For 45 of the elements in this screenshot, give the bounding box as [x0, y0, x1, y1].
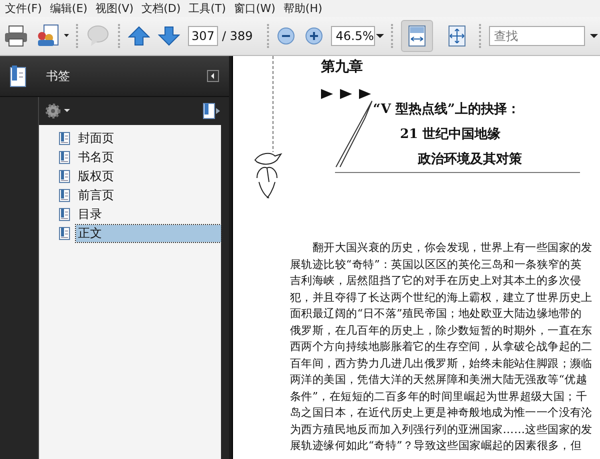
zoom-in-icon[interactable]	[304, 27, 323, 45]
bookmark-item[interactable]: 版权页	[76, 168, 221, 185]
down-arrow-icon[interactable]	[158, 26, 180, 46]
zoom-field[interactable]: 46.5%	[330, 26, 375, 46]
zoom-out-icon[interactable]	[276, 27, 295, 45]
bookmark-item[interactable]: 前言页	[76, 187, 221, 204]
menu-item[interactable]: 窗口(W)	[230, 1, 280, 16]
fit-width-button[interactable]	[400, 20, 433, 52]
menu-item[interactable]: 视图(V)	[92, 1, 139, 16]
bookmark-icon	[59, 227, 70, 240]
chapter-title-line: “V 型热点线”上的抉择：	[373, 101, 521, 118]
page-number-field[interactable]: 307	[188, 26, 218, 46]
bookmark-icon	[59, 151, 70, 164]
print-icon[interactable]	[4, 25, 28, 47]
gear-icon[interactable]	[45, 103, 71, 119]
triangle-markers-icon	[321, 88, 373, 100]
bookmark-icon	[59, 170, 70, 183]
full-page-icon	[446, 25, 468, 47]
menu-item[interactable]: 文件(F)	[2, 1, 47, 16]
caret-icon[interactable]	[588, 33, 599, 39]
bookmark-icon	[59, 208, 70, 221]
bookmarks-icon[interactable]	[10, 65, 26, 87]
bookmark-item[interactable]: 封面页	[76, 130, 221, 147]
page-count: / 389	[222, 29, 253, 43]
caret-icon[interactable]	[374, 33, 385, 39]
bookmark-icon	[59, 189, 70, 202]
panel-title: 书签	[46, 68, 71, 84]
bookmark-item[interactable]: 目录	[76, 206, 221, 223]
chapter-title-line: 政治环境及其对策	[416, 150, 522, 168]
menu-item[interactable]: 工具(T)	[186, 1, 231, 16]
chapter-heading: 第九章	[321, 58, 364, 76]
search-field[interactable]: 查找	[488, 26, 585, 46]
chapter-title-line: 21 世纪中国地缘	[399, 126, 502, 143]
body-paragraph: 翻开大国兴衰的历史，你会发现，世界上有一些国家的发 展轨迹比较“奇特”：英国以区区的英伦三岛和一条狭窄的英 吉利海峡，居然阻挡了它的对手在历史上对其本土的多次侵 犯，并且夺得了长达两个世纪的海上霸权，建立了世界历史上 面积最辽阔的“日不落”殖民帝国；地处欧亚大陆边缘地带的 俄罗斯，在几百年的历史上，除少数短暂的时期外，一直在东 西两个方向持续地膨胀着它的生存空间，从拿破仑战争起的二 百年间，西方势力几进几出俄罗斯，始终未能站住脚跟；濒临 两洋的美国，凭借大洋的天然屏障和美洲大陆无强敌等“优越 条件”，在短短的二百多年的时间里崛起为世界超级大国；千 岛之国日本，在近代历史上更是神奇般地成为惟一一个没有沦 为西方殖民地反而加入列强行列的亚洲国家……这些国家的发 展轨迹缘何如此“奇特”？导致这些国家崛起的因素很多，但	[290, 240, 594, 454]
menu-item[interactable]: 编辑(E)	[46, 1, 92, 16]
bookmark-item[interactable]: 正文	[76, 225, 221, 242]
bookmark-item[interactable]: 书名页	[76, 149, 221, 166]
people-document-icon[interactable]	[36, 24, 70, 48]
slanted-line-drawing	[335, 100, 373, 168]
up-arrow-icon[interactable]	[128, 26, 150, 46]
menu-item[interactable]: 文档(D)	[138, 1, 186, 16]
collapse-icon[interactable]	[207, 70, 219, 82]
fit-width-icon	[406, 25, 428, 47]
menu-item[interactable]: 帮助(H)	[280, 1, 328, 16]
bookmark-icon	[59, 132, 70, 145]
